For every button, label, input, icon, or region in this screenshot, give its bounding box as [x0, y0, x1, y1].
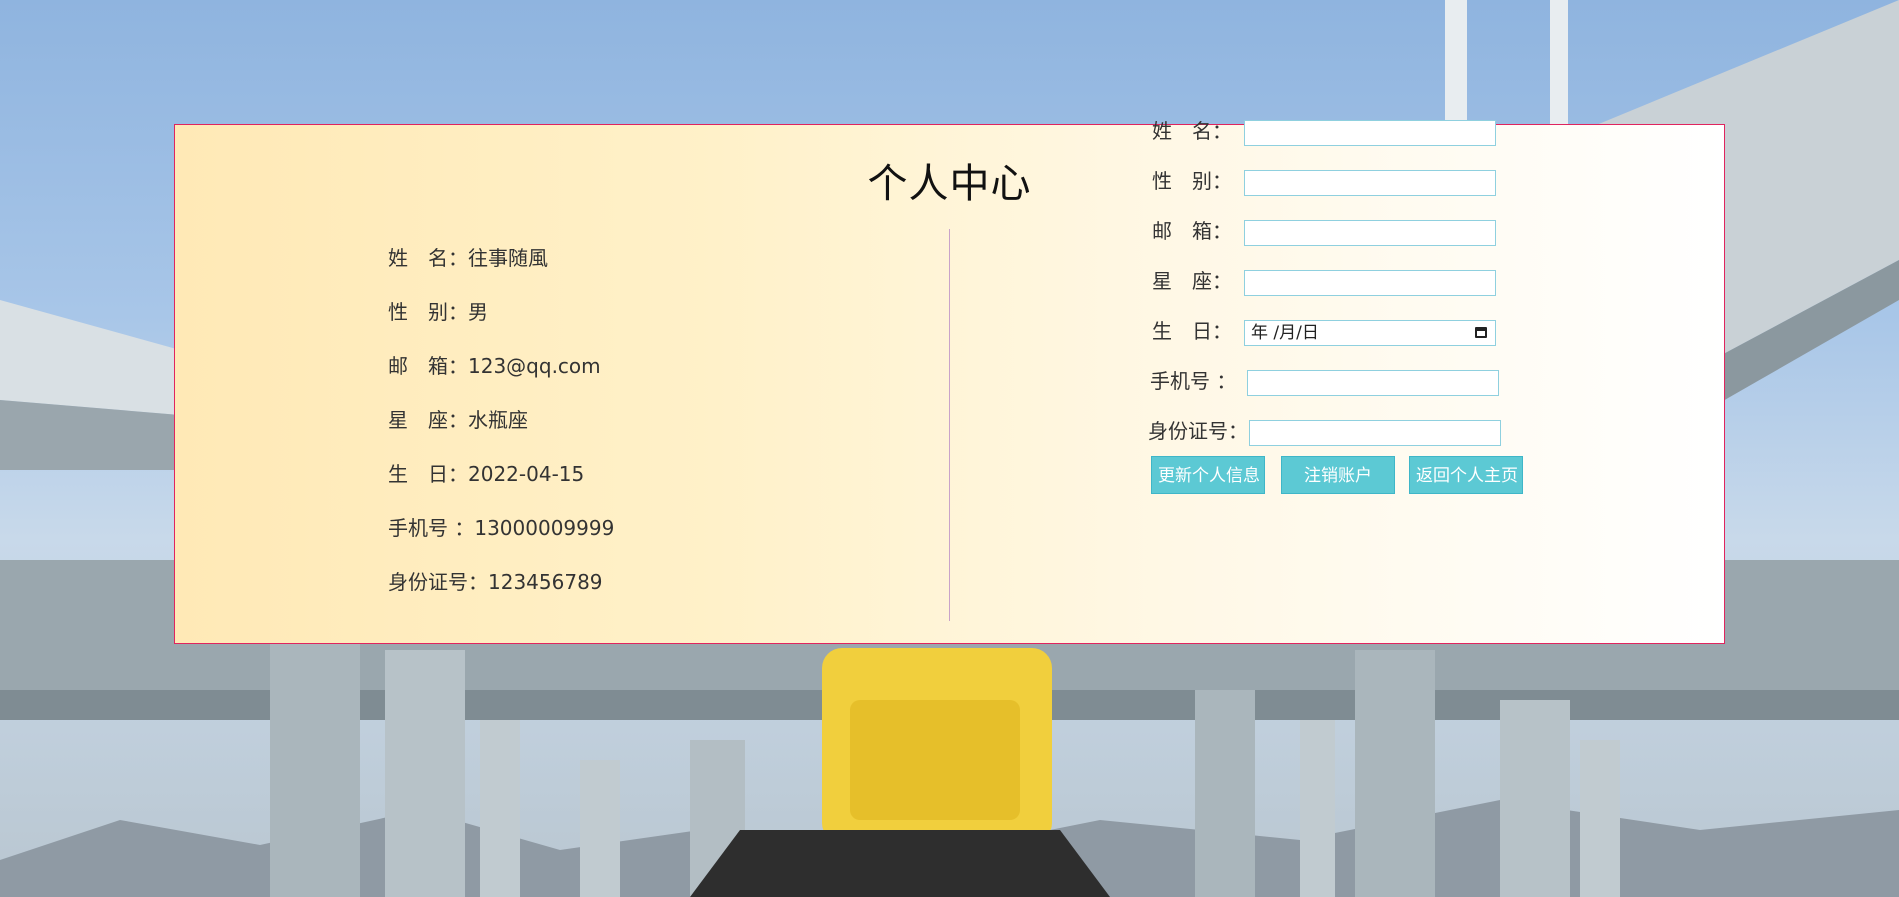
profile-info: 姓 名：往事随風 性 别：男 邮 箱：123@qq.com 星 座：水瓶座 生 …: [388, 243, 614, 621]
info-row-birthday: 生 日：2022-04-15: [388, 459, 614, 513]
info-label: 邮 箱：: [388, 354, 468, 378]
info-row-phone: 手机号 ：13000009999: [388, 513, 614, 567]
info-label: 生 日：: [388, 462, 468, 486]
info-label: 星 座：: [388, 408, 468, 432]
info-value: 123456789: [488, 570, 603, 594]
info-value: 男: [468, 300, 488, 324]
phone-input[interactable]: [1247, 370, 1499, 396]
info-value: 2022-04-15: [468, 462, 585, 486]
info-value: 123@qq.com: [468, 354, 601, 378]
info-row-email: 邮 箱：123@qq.com: [388, 351, 614, 405]
birthday-date-input[interactable]: 年 /月/日: [1244, 320, 1496, 346]
info-row-zodiac: 星 座：水瓶座: [388, 405, 614, 459]
update-info-button[interactable]: 更新个人信息: [1151, 456, 1265, 494]
zodiac-label: 星 座：: [1152, 269, 1232, 293]
info-row-gender: 性 别：男: [388, 297, 614, 351]
info-value: 水瓶座: [468, 408, 528, 432]
email-input[interactable]: [1244, 220, 1496, 246]
calendar-icon[interactable]: [1475, 327, 1487, 338]
info-label: 姓 名：: [388, 246, 468, 270]
gender-label: 性 别：: [1152, 169, 1232, 193]
back-to-home-button[interactable]: 返回个人主页: [1409, 456, 1523, 494]
cancel-account-button[interactable]: 注销账户: [1281, 456, 1395, 494]
birthday-label: 生 日：: [1152, 319, 1232, 343]
email-label: 邮 箱：: [1152, 219, 1232, 243]
info-value: 往事随風: [468, 246, 548, 270]
info-row-id-number: 身份证号：123456789: [388, 567, 614, 621]
name-label: 姓 名：: [1152, 119, 1232, 143]
info-label: 手机号 ：: [388, 516, 475, 540]
gender-input[interactable]: [1244, 170, 1496, 196]
info-label: 性 别：: [388, 300, 468, 324]
id-number-label: 身份证号：: [1148, 419, 1248, 443]
info-value: 13000009999: [474, 516, 615, 540]
column-divider: [949, 229, 950, 621]
phone-label: 手机号 ：: [1150, 369, 1237, 393]
info-label: 身份证号：: [388, 570, 488, 594]
id-number-input[interactable]: [1249, 420, 1501, 446]
name-input[interactable]: [1244, 120, 1496, 146]
info-row-name: 姓 名：往事随風: [388, 243, 614, 297]
zodiac-input[interactable]: [1244, 270, 1496, 296]
birthday-placeholder: 年 /月/日: [1251, 323, 1319, 343]
